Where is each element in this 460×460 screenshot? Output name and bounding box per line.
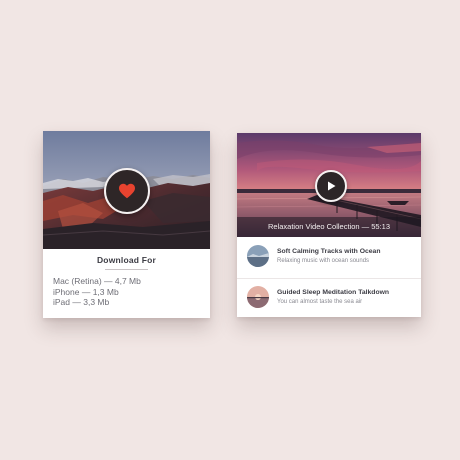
track-thumbnail — [247, 245, 269, 267]
heart-icon — [119, 183, 135, 199]
download-options-list: Mac (Retina) — 4,7 Mb iPhone — 1,3 Mb iP… — [53, 276, 141, 308]
track-subtitle: You can almost taste the sea air — [277, 299, 363, 305]
track-title: Soft Calming Tracks with Ocean — [277, 248, 381, 255]
mountain-landscape-image — [43, 131, 210, 249]
download-option-ipad[interactable]: iPad — 3,3 Mb — [53, 297, 141, 308]
track-item[interactable]: Soft Calming Tracks with Ocean Relaxing … — [237, 239, 421, 276]
divider — [237, 278, 421, 279]
download-card: Download For Mac (Retina) — 4,7 Mb iPhon… — [43, 131, 210, 318]
divider — [105, 269, 148, 270]
download-title: Download For — [96, 255, 157, 265]
download-option-iphone[interactable]: iPhone — 1,3 Mb — [53, 287, 141, 298]
play-icon — [328, 181, 336, 191]
play-button[interactable] — [315, 170, 347, 202]
track-thumbnail — [247, 286, 269, 308]
track-item[interactable]: Guided Sleep Meditation Talkdown You can… — [237, 280, 421, 317]
download-option-mac[interactable]: Mac (Retina) — 4,7 Mb — [53, 276, 141, 287]
track-title: Guided Sleep Meditation Talkdown — [277, 289, 390, 296]
track-subtitle: Relaxing music with ocean sounds — [277, 258, 370, 264]
video-caption[interactable]: Relaxation Video Collection — 55:13 — [237, 217, 421, 237]
sunset-pier-image: Relaxation Video Collection — 55:13 — [237, 133, 421, 237]
media-card: Relaxation Video Collection — 55:13 Soft… — [237, 133, 421, 317]
favorite-button[interactable] — [104, 168, 150, 214]
